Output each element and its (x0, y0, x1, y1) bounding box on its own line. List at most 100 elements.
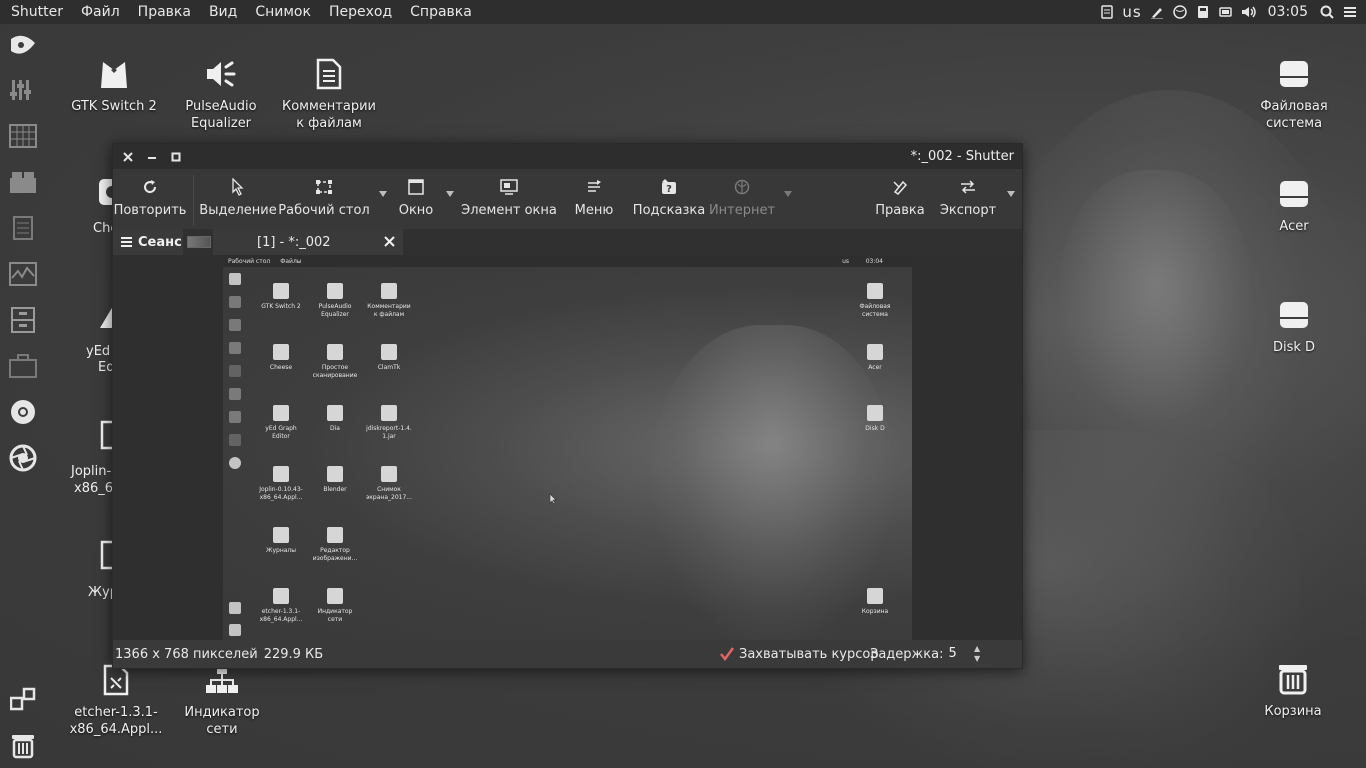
desktop-icon-label: Корзина (1264, 704, 1322, 719)
redo-button[interactable]: Повторить (114, 177, 186, 225)
window-minimize-button[interactable] (140, 145, 164, 169)
desktop-dropdown-arrow[interactable] (378, 189, 388, 199)
trash-icon (1243, 659, 1343, 699)
desktop-icon-joplin-partial[interactable] (100, 420, 112, 450)
drive-icon[interactable] (1195, 4, 1211, 20)
screenshot-desktop-icon: GTK Switch 2 (253, 283, 309, 311)
screenshot-image[interactable]: Рабочий стол Файлы us 03:04 GTK Switch 2… (223, 255, 912, 641)
menu-go[interactable]: Переход (320, 0, 401, 24)
export-label: Экспорт (939, 203, 997, 218)
spinner-down-icon[interactable]: ▼ (974, 654, 980, 664)
window-titlebar[interactable]: *:_002 - Shutter (113, 144, 1022, 169)
box-dock-icon[interactable] (8, 167, 38, 197)
menu-screenshot[interactable]: Снимок (246, 0, 320, 24)
desktop-icon-trash[interactable]: Корзина (1243, 659, 1343, 720)
screenshot-desktop-icon: Joplin-0.10.43- x86_64.Appl... (253, 466, 309, 502)
menu-view[interactable]: Вид (200, 0, 246, 24)
desktop-icon-filesystem[interactable]: Файловая система (1244, 54, 1344, 132)
globe-icon[interactable] (1172, 4, 1188, 20)
capture-cursor-checkbox[interactable]: Захватывать курсор (720, 647, 879, 662)
status-bar: 1366 x 768 пикселей 229.9 КБ Захватывать… (113, 640, 1022, 668)
screenshot-dock-icon (229, 319, 241, 331)
screenshot-desktop-icon: Журналы (253, 527, 309, 555)
desktop-button[interactable]: Рабочий стол (278, 177, 370, 225)
menu-capture-label: Меню (574, 203, 614, 218)
screenshot-desktop-icon: Комментарии к файлам (361, 283, 417, 319)
export-dropdown-arrow[interactable] (1006, 189, 1016, 199)
export-button[interactable]: Экспорт (940, 177, 996, 225)
menu-file[interactable]: Файл (72, 0, 129, 24)
grid-dock-icon[interactable] (8, 121, 38, 151)
desktop-icon-cheese-partial[interactable] (98, 178, 112, 206)
tooltip-capture-button[interactable]: ? Подсказка (633, 177, 705, 225)
screenshot-keyboard-layout: us (842, 257, 849, 265)
mouse-cursor-icon (549, 493, 557, 505)
window-title: *:_002 - Shutter (910, 149, 1014, 164)
tab-session-label: Сеанс (138, 234, 182, 250)
tab-document[interactable]: [1] - *:_002 (213, 229, 403, 255)
window-capture-button[interactable]: Окно (395, 177, 437, 225)
equalizer-dock-icon[interactable] (8, 75, 38, 105)
aperture-dock-icon[interactable] (8, 443, 38, 473)
image-dimensions: 1366 x 768 пикселей (115, 646, 258, 662)
screenshot-menu-desktop: Рабочий стол (228, 257, 271, 265)
refresh-icon (142, 177, 158, 197)
monitor-icon (500, 177, 518, 197)
selection-button[interactable]: Выделение (199, 177, 277, 225)
screenshot-dock (223, 267, 247, 641)
windows-switch-dock-icon[interactable] (8, 684, 38, 714)
monitor-dock-icon[interactable] (8, 259, 38, 289)
trash-dock-icon[interactable] (8, 730, 38, 760)
battery-icon[interactable] (1218, 4, 1234, 20)
search-icon[interactable] (1319, 4, 1335, 20)
svg-text:?: ? (666, 184, 672, 195)
hamburger-icon (121, 237, 132, 247)
notes-dock-icon[interactable] (8, 213, 38, 243)
clipboard-icon[interactable] (1099, 4, 1115, 20)
screenshot-dock-icon (229, 457, 241, 469)
internet-dropdown-arrow[interactable] (783, 189, 793, 199)
tuxedo-icon (64, 54, 164, 94)
desktop-icon-pulseaudio[interactable]: PulseAudio Equalizer (171, 54, 271, 132)
screenshot-desktop-icon: Blender (307, 466, 363, 494)
screenshot-desktop-icon: Файловая система (847, 283, 903, 319)
volume-icon[interactable] (1241, 4, 1257, 20)
desktop-icon-comments[interactable]: Комментарии к файлам (279, 54, 379, 132)
pen-icon[interactable] (1149, 4, 1165, 20)
internet-button[interactable]: Интернет (709, 177, 775, 225)
desktop-icon-acer[interactable]: Acer (1244, 174, 1344, 235)
desktop-icon-journal-partial[interactable] (100, 540, 112, 570)
tab-session[interactable]: Сеанс (113, 229, 183, 255)
screenshot-desktop-icon: ClamTk (361, 344, 417, 372)
desktop-icon-gtk-switch[interactable]: GTK Switch 2 (64, 54, 164, 115)
desktop-icon-disk-d[interactable]: Disk D (1244, 295, 1344, 356)
desktop-icon-network[interactable]: Индикатор сети (172, 660, 272, 738)
shutter-dock-icon[interactable] (8, 30, 38, 60)
briefcase-dock-icon[interactable] (8, 351, 38, 381)
app-menu[interactable]: Shutter (0, 0, 72, 24)
window-close-button[interactable] (116, 145, 140, 169)
delay-spinner[interactable]: ▲ ▼ (974, 644, 980, 664)
edit-button[interactable]: Правка (875, 177, 925, 225)
desktop-icon-etcher[interactable]: etcher-1.3.1-x86_64.Appl... (66, 660, 166, 738)
delay-input[interactable]: 5 (948, 644, 988, 664)
clock[interactable]: 03:05 (1268, 4, 1308, 20)
menu-capture-icon (586, 177, 602, 197)
cursor-icon (231, 177, 245, 197)
hamburger-menu-icon[interactable] (1342, 4, 1358, 20)
window-dropdown-arrow[interactable] (445, 189, 455, 199)
tab-close-icon[interactable] (381, 233, 397, 249)
menu-edit[interactable]: Правка (129, 0, 200, 24)
desktop-icon-yed-partial[interactable] (98, 304, 112, 330)
menu-capture-button[interactable]: Меню (571, 177, 617, 225)
window-element-button[interactable]: Элемент окна (461, 177, 557, 225)
shutter-window: *:_002 - Shutter Повторить Выделение Раб… (112, 143, 1023, 669)
screenshot-dock-icon (229, 388, 241, 400)
menu-help[interactable]: Справка (401, 0, 481, 24)
tab-thumbnail[interactable] (187, 236, 211, 248)
chrome-dock-icon[interactable] (8, 397, 38, 427)
cabinet-dock-icon[interactable] (8, 305, 38, 335)
spinner-up-icon[interactable]: ▲ (974, 644, 980, 654)
keyboard-layout[interactable]: us (1122, 3, 1141, 21)
window-maximize-button[interactable] (164, 145, 188, 169)
